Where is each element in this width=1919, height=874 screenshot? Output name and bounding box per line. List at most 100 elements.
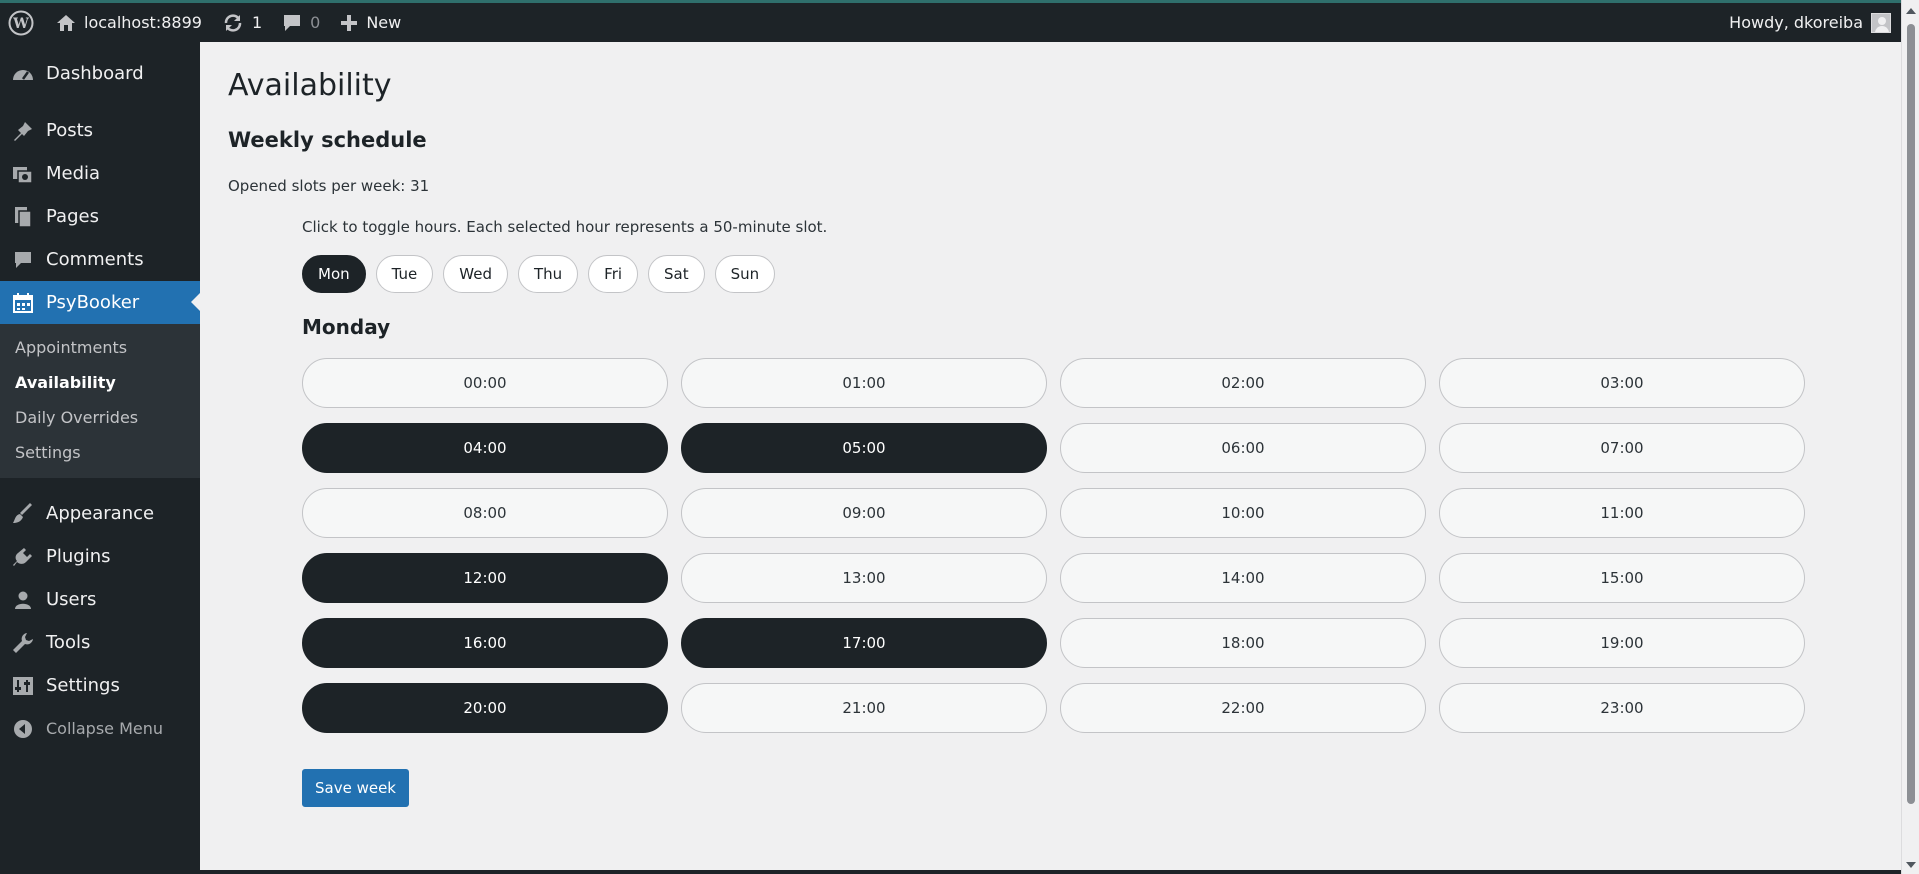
collapse-arrow-icon bbox=[10, 719, 36, 739]
page-title: Availability bbox=[228, 68, 392, 103]
day-wed-button[interactable]: Wed bbox=[443, 255, 508, 293]
menu-label: Posts bbox=[46, 120, 94, 141]
plus-icon bbox=[340, 14, 358, 32]
site-name-link[interactable]: localhost:8899 bbox=[46, 3, 212, 42]
calendar-icon bbox=[10, 292, 36, 314]
collapse-label: Collapse Menu bbox=[46, 719, 164, 738]
hour-slot-1000[interactable]: 10:00 bbox=[1060, 488, 1426, 538]
hour-slot-0100[interactable]: 01:00 bbox=[681, 358, 1047, 408]
menu-item-appearance[interactable]: Appearance bbox=[0, 492, 200, 535]
media-icon bbox=[10, 163, 36, 185]
save-week-button[interactable]: Save week bbox=[302, 769, 409, 807]
howdy-text: Howdy, dkoreiba bbox=[1729, 13, 1863, 32]
hour-slot-0300[interactable]: 03:00 bbox=[1439, 358, 1805, 408]
hour-slot-0600[interactable]: 06:00 bbox=[1060, 423, 1426, 473]
menu-item-media[interactable]: Media bbox=[0, 152, 200, 195]
menu-label: Appearance bbox=[46, 503, 155, 524]
toggle-hint: Click to toggle hours. Each selected hou… bbox=[302, 218, 828, 236]
page-scrollbar[interactable] bbox=[1901, 0, 1919, 874]
hour-slot-0700[interactable]: 07:00 bbox=[1439, 423, 1805, 473]
hour-slot-1600[interactable]: 16:00 bbox=[302, 618, 668, 668]
menu-item-settings[interactable]: Settings bbox=[0, 664, 200, 707]
day-fri-button[interactable]: Fri bbox=[588, 255, 639, 293]
day-tue-button[interactable]: Tue bbox=[375, 255, 434, 293]
day-sun-button[interactable]: Sun bbox=[714, 255, 776, 293]
hour-slot-1300[interactable]: 13:00 bbox=[681, 553, 1047, 603]
plugin-icon bbox=[10, 546, 36, 568]
dashboard-icon bbox=[10, 64, 36, 84]
menu-item-psybooker[interactable]: PsyBooker bbox=[0, 281, 200, 324]
menu-item-plugins[interactable]: Plugins bbox=[0, 535, 200, 578]
hour-slot-1500[interactable]: 15:00 bbox=[1439, 553, 1805, 603]
hour-slot-0000[interactable]: 00:00 bbox=[302, 358, 668, 408]
avatar bbox=[1871, 12, 1891, 33]
hour-slot-1800[interactable]: 18:00 bbox=[1060, 618, 1426, 668]
updates-icon bbox=[222, 13, 244, 33]
scroll-thumb[interactable] bbox=[1907, 24, 1915, 804]
submenu-appointments[interactable]: Appointments bbox=[0, 330, 200, 365]
hour-slot-0200[interactable]: 02:00 bbox=[1060, 358, 1426, 408]
menu-label: Media bbox=[46, 163, 101, 184]
svg-text:W: W bbox=[12, 16, 29, 32]
hour-slot-1100[interactable]: 11:00 bbox=[1439, 488, 1805, 538]
hour-slot-0800[interactable]: 08:00 bbox=[302, 488, 668, 538]
hour-slot-0900[interactable]: 09:00 bbox=[681, 488, 1047, 538]
hour-slot-1400[interactable]: 14:00 bbox=[1060, 553, 1426, 603]
wrench-icon bbox=[10, 632, 36, 654]
menu-label: Pages bbox=[46, 206, 99, 227]
menu-label: Comments bbox=[46, 249, 144, 270]
opened-slots-count: Opened slots per week: 31 bbox=[228, 177, 430, 195]
scroll-down-arrow-icon[interactable] bbox=[1906, 862, 1916, 868]
hour-slot-2300[interactable]: 23:00 bbox=[1439, 683, 1805, 733]
brush-icon bbox=[10, 502, 36, 525]
updates-link[interactable]: 1 bbox=[212, 3, 272, 42]
menu-label: Dashboard bbox=[46, 63, 144, 84]
user-icon bbox=[10, 590, 36, 610]
window-bottom-edge bbox=[0, 870, 1901, 874]
hour-slot-2100[interactable]: 21:00 bbox=[681, 683, 1047, 733]
new-content-link[interactable]: New bbox=[330, 3, 411, 42]
my-account-link[interactable]: Howdy, dkoreiba bbox=[1729, 3, 1919, 42]
comment-bubble-icon bbox=[282, 13, 302, 33]
comment-icon bbox=[10, 250, 36, 270]
menu-label: Settings bbox=[46, 675, 120, 696]
menu-label: Tools bbox=[46, 632, 91, 653]
hour-slot-grid: 00:00 01:00 02:00 03:00 04:00 05:00 06:00 07:00… bbox=[302, 358, 1805, 733]
comments-count: 0 bbox=[310, 13, 321, 32]
site-name: localhost:8899 bbox=[84, 13, 202, 32]
settings-icon bbox=[10, 676, 36, 696]
day-mon-button[interactable]: Mon bbox=[302, 255, 366, 293]
menu-item-tools[interactable]: Tools bbox=[0, 621, 200, 664]
submenu-daily-overrides[interactable]: Daily Overrides bbox=[0, 400, 200, 435]
pin-icon bbox=[10, 120, 36, 142]
menu-item-users[interactable]: Users bbox=[0, 578, 200, 621]
wordpress-logo-icon: W bbox=[8, 10, 34, 35]
scroll-up-arrow-icon[interactable] bbox=[1906, 8, 1916, 14]
day-selector: Mon Tue Wed Thu Fri Sat Sun bbox=[302, 255, 776, 293]
collapse-menu-button[interactable]: Collapse Menu bbox=[0, 707, 200, 750]
main-content: Availability Weekly schedule Opened slot… bbox=[200, 42, 1901, 870]
comments-link[interactable]: 0 bbox=[272, 3, 330, 42]
section-title: Weekly schedule bbox=[228, 128, 427, 152]
hour-slot-2000[interactable]: 20:00 bbox=[302, 683, 668, 733]
menu-item-dashboard[interactable]: Dashboard bbox=[0, 52, 200, 95]
hour-slot-1700[interactable]: 17:00 bbox=[681, 618, 1047, 668]
pages-icon bbox=[10, 206, 36, 228]
menu-item-pages[interactable]: Pages bbox=[0, 195, 200, 238]
submenu-availability[interactable]: Availability bbox=[0, 365, 200, 400]
menu-label: Plugins bbox=[46, 546, 111, 567]
wordpress-logo-button[interactable]: W bbox=[0, 3, 46, 42]
new-label: New bbox=[366, 13, 402, 32]
menu-item-comments[interactable]: Comments bbox=[0, 238, 200, 281]
hour-slot-0400[interactable]: 04:00 bbox=[302, 423, 668, 473]
admin-sidebar: Dashboard Posts Media Pages Comments Psy… bbox=[0, 42, 200, 874]
submenu-settings[interactable]: Settings bbox=[0, 435, 200, 470]
hour-slot-1900[interactable]: 19:00 bbox=[1439, 618, 1805, 668]
updates-count: 1 bbox=[251, 13, 263, 32]
hour-slot-0500[interactable]: 05:00 bbox=[681, 423, 1047, 473]
hour-slot-2200[interactable]: 22:00 bbox=[1060, 683, 1426, 733]
menu-item-posts[interactable]: Posts bbox=[0, 109, 200, 152]
day-sat-button[interactable]: Sat bbox=[648, 255, 705, 293]
hour-slot-1200[interactable]: 12:00 bbox=[302, 553, 668, 603]
day-thu-button[interactable]: Thu bbox=[517, 255, 579, 293]
